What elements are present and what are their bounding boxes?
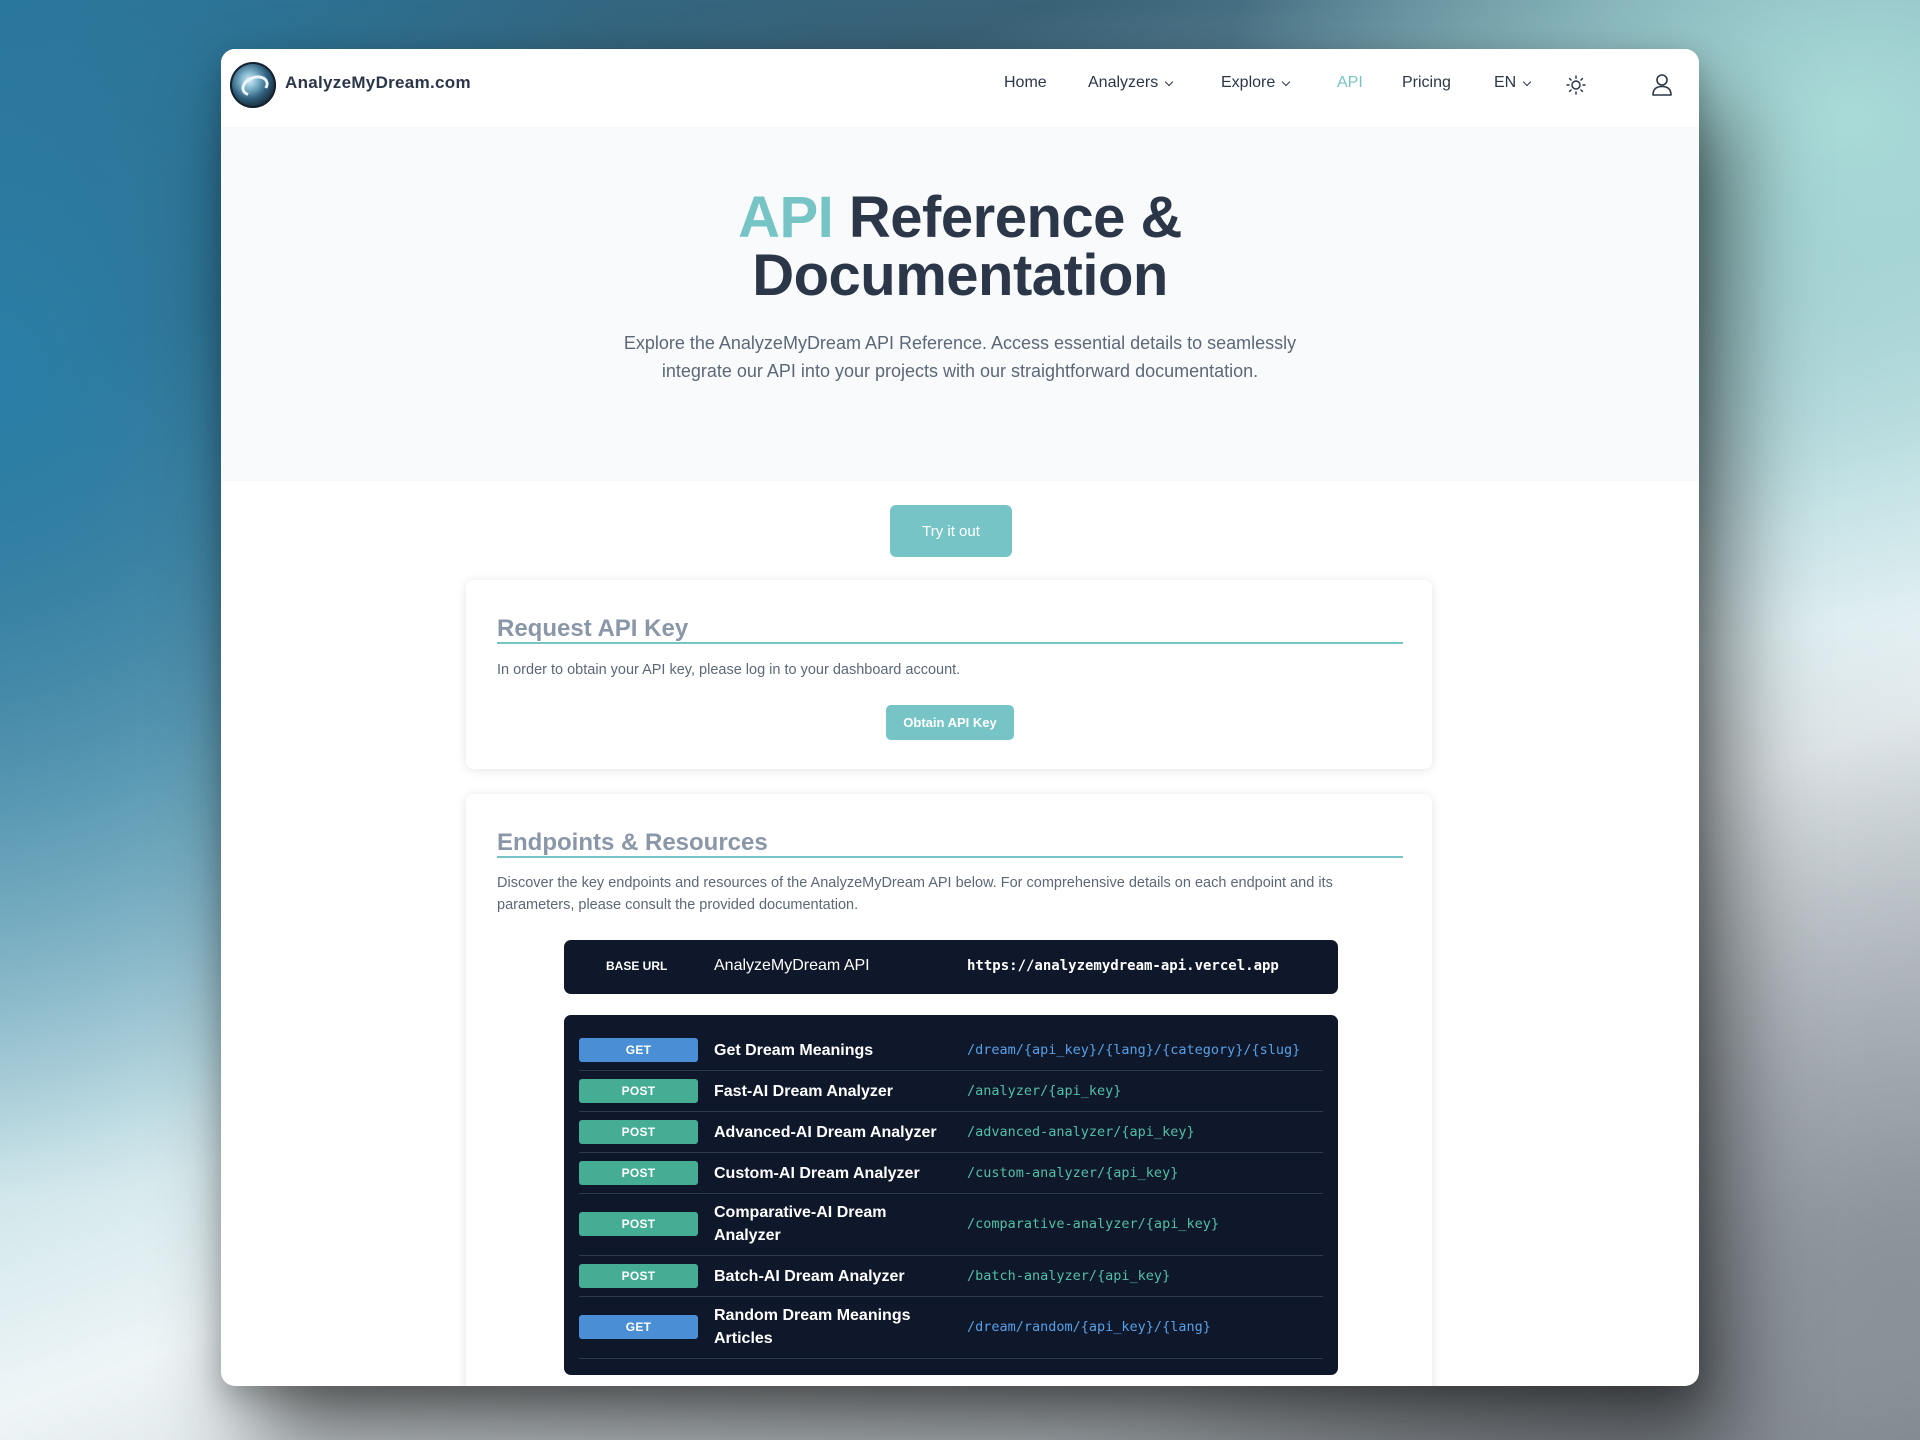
page-title-line2: Documentation xyxy=(752,243,1168,308)
endpoint-name: Comparative-AI Dream Analyzer xyxy=(714,1204,887,1244)
brand-name[interactable]: AnalyzeMyDream.com xyxy=(285,73,471,93)
endpoint-path[interactable]: /comparative-analyzer/{api_key} xyxy=(967,1216,1219,1232)
try-it-out-button[interactable]: Try it out xyxy=(890,505,1012,557)
endpoint-path[interactable]: /batch-analyzer/{api_key} xyxy=(967,1268,1170,1284)
method-badge-post: POST xyxy=(579,1079,698,1103)
endpoint-path[interactable]: /custom-analyzer/{api_key} xyxy=(967,1165,1178,1181)
nav-explore[interactable]: Explore xyxy=(1221,74,1291,92)
nav-pricing[interactable]: Pricing xyxy=(1402,74,1451,92)
request-api-key-text: In order to obtain your API key, please … xyxy=(497,662,961,678)
obtain-api-key-button[interactable]: Obtain API Key xyxy=(886,705,1014,740)
endpoint-name: Batch-AI Dream Analyzer xyxy=(714,1268,905,1285)
chevron-down-icon xyxy=(1522,77,1532,86)
page-title-rest: Reference & xyxy=(848,185,1182,250)
navbar: AnalyzeMyDream.com Home Analyzers Explor… xyxy=(221,49,1699,127)
hero-section: API Reference & Documentation Explore th… xyxy=(221,127,1699,481)
nav-pricing-label: Pricing xyxy=(1402,74,1451,91)
nav-home[interactable]: Home xyxy=(1004,74,1047,92)
nav-api[interactable]: API xyxy=(1337,74,1363,92)
method-badge-post: POST xyxy=(579,1264,698,1288)
endpoint-path[interactable]: /advanced-analyzer/{api_key} xyxy=(967,1124,1195,1140)
logo-icon[interactable] xyxy=(230,62,276,108)
endpoints-panel: GET Get Dream Meanings /dream/{api_key}/… xyxy=(564,1015,1338,1375)
endpoint-row[interactable]: POST Fast-AI Dream Analyzer /analyzer/{a… xyxy=(579,1071,1323,1112)
endpoint-row[interactable]: POST Batch-AI Dream Analyzer /batch-anal… xyxy=(579,1256,1323,1297)
endpoint-path[interactable]: /dream/random/{api_key}/{lang} xyxy=(967,1319,1211,1335)
base-url-tag: BASE URL xyxy=(606,959,668,973)
base-url-value[interactable]: https://analyzemydream-api.vercel.app xyxy=(967,958,1279,974)
page-title-accent: API xyxy=(738,185,834,250)
divider xyxy=(497,642,1403,644)
nav-home-label: Home xyxy=(1004,74,1047,91)
endpoints-title: Endpoints & Resources xyxy=(497,829,768,856)
endpoint-name: Fast-AI Dream Analyzer xyxy=(714,1083,894,1100)
request-api-key-title: Request API Key xyxy=(497,615,689,642)
endpoint-name: Get Dream Meanings xyxy=(714,1042,874,1059)
endpoint-row[interactable]: POST Comparative-AI Dream Analyzer /comp… xyxy=(579,1194,1323,1256)
sun-icon[interactable] xyxy=(1566,75,1586,95)
endpoint-path[interactable]: /analyzer/{api_key} xyxy=(967,1083,1121,1099)
chevron-down-icon xyxy=(1282,77,1291,86)
base-api-name: AnalyzeMyDream API xyxy=(714,957,870,974)
method-badge-post: POST xyxy=(579,1212,698,1236)
page-title: API Reference & Documentation xyxy=(221,189,1699,305)
divider xyxy=(497,856,1403,858)
endpoint-row[interactable]: GET Get Dream Meanings /dream/{api_key}/… xyxy=(579,1030,1323,1071)
nav-analyzers[interactable]: Analyzers xyxy=(1088,74,1174,92)
method-badge-post: POST xyxy=(579,1120,698,1144)
endpoint-name: Custom-AI Dream Analyzer xyxy=(714,1165,920,1182)
language-selector[interactable]: EN xyxy=(1494,74,1532,92)
language-label: EN xyxy=(1494,74,1517,91)
browser-window: AnalyzeMyDream.com Home Analyzers Explor… xyxy=(221,49,1699,1386)
endpoints-text: Discover the key endpoints and resources… xyxy=(497,875,1333,913)
endpoint-row[interactable]: GET Random Dream Meanings Articles /drea… xyxy=(579,1297,1323,1359)
chevron-down-icon xyxy=(1165,77,1174,86)
endpoint-path[interactable]: /dream/{api_key}/{lang}/{category}/{slug… xyxy=(967,1042,1300,1058)
method-badge-get: GET xyxy=(579,1315,698,1339)
nav-api-label: API xyxy=(1337,74,1363,91)
method-badge-get: GET xyxy=(579,1038,698,1062)
base-url-panel: BASE URL AnalyzeMyDream API https://anal… xyxy=(564,940,1338,994)
method-badge-post: POST xyxy=(579,1161,698,1185)
endpoint-name: Random Dream Meanings Articles xyxy=(714,1307,911,1347)
request-api-key-card: Request API Key In order to obtain your … xyxy=(466,580,1432,769)
page-subtitle: Explore the AnalyzeMyDream API Reference… xyxy=(623,333,1297,381)
nav-explore-label: Explore xyxy=(1221,74,1276,91)
nav-analyzers-label: Analyzers xyxy=(1088,74,1159,91)
user-icon[interactable] xyxy=(1651,73,1673,97)
endpoint-name: Advanced-AI Dream Analyzer xyxy=(714,1124,937,1141)
endpoint-row[interactable]: POST Custom-AI Dream Analyzer /custom-an… xyxy=(579,1153,1323,1194)
endpoint-row[interactable]: POST Advanced-AI Dream Analyzer /advance… xyxy=(579,1112,1323,1153)
